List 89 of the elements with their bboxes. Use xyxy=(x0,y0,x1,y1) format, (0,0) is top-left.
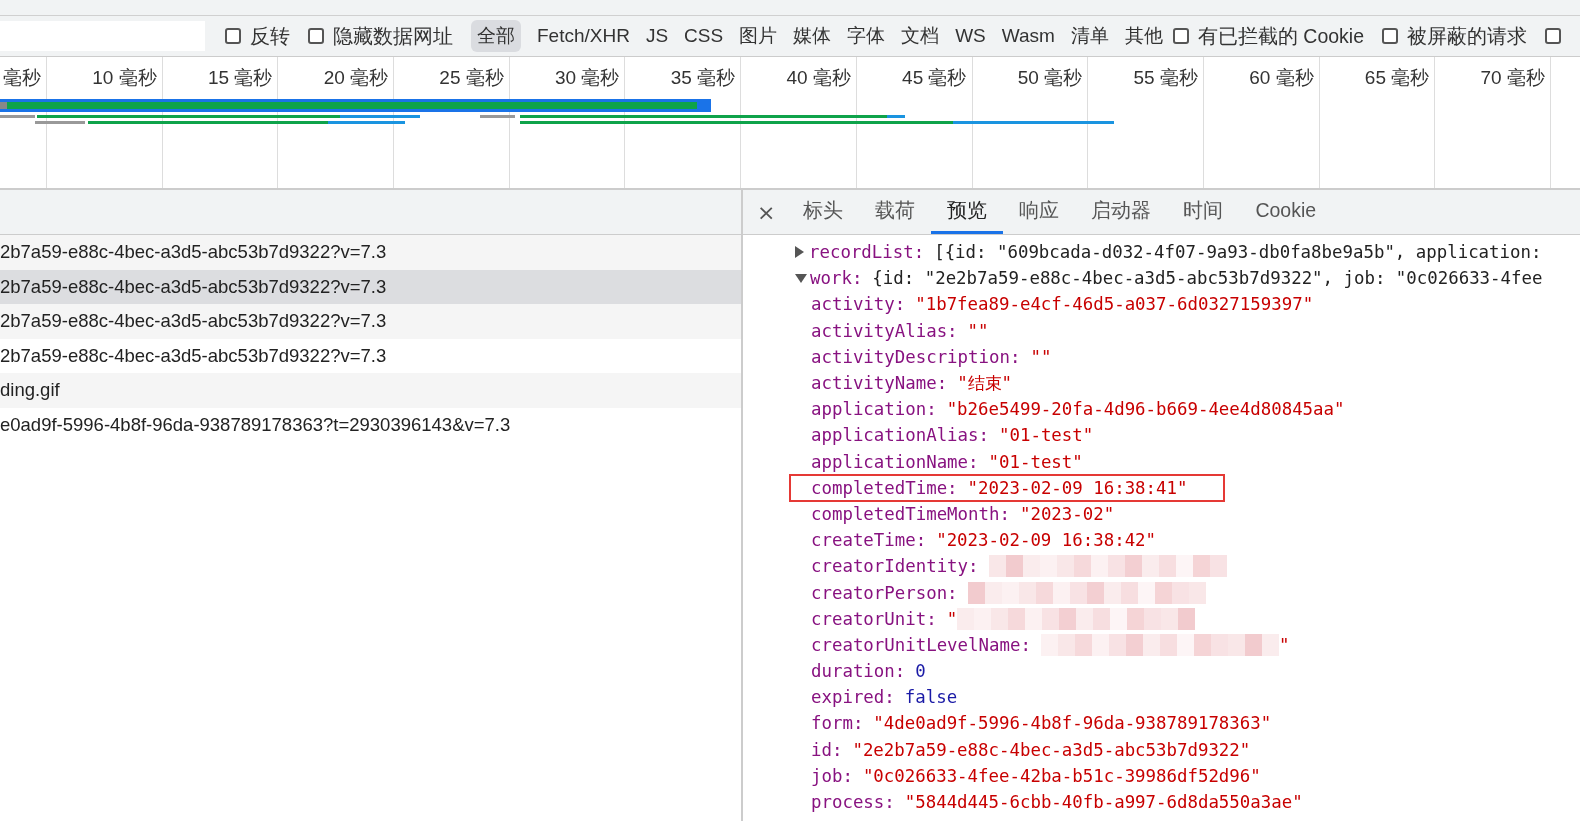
request-row[interactable]: 2b7a59-e88c-4bec-a3d5-abc53b7d9322?v=7.3 xyxy=(0,338,741,373)
type-filter-button[interactable]: 清单 xyxy=(1064,20,1115,52)
property-value: "2e2b7a59-e88c-4bec-a3d5-abc53b7d9322" xyxy=(852,739,1251,760)
property-key: completedTime: xyxy=(811,477,958,498)
property-value: [{id: "609bcada-d032-4f07-9a93-db0fa8be9a5b", application: xyxy=(934,242,1542,263)
close-button[interactable]: × xyxy=(743,190,788,234)
detail-tab[interactable]: 响应 xyxy=(1003,190,1076,234)
time-tick-label: 50 毫秒 xyxy=(1017,65,1083,90)
property-value: " xyxy=(1278,634,1290,655)
property-key: process: xyxy=(811,792,895,813)
property-key: completedTimeMonth: xyxy=(811,503,1010,524)
property-key: creatorPerson: xyxy=(811,582,958,603)
property-value: "结束" xyxy=(957,372,1013,396)
filter-checkbox[interactable]: 隐藏数据网址 xyxy=(308,22,453,50)
checkbox[interactable] xyxy=(1545,28,1562,44)
property-value: 0 xyxy=(915,661,926,682)
request-row[interactable]: 2b7a59-e88c-4bec-a3d5-abc53b7d9322?v=7.3 xyxy=(0,304,741,339)
type-filter-button[interactable]: 其他 xyxy=(1118,20,1169,52)
type-filter-button[interactable]: JS xyxy=(639,22,675,50)
property-value: "01-test" xyxy=(988,451,1083,472)
expand-toggle-icon[interactable] xyxy=(795,273,807,283)
property-value: "1b7fea89-e4cf-46d5-a037-6d0327159397" xyxy=(915,294,1314,315)
time-tick-label: 65 毫秒 xyxy=(1364,65,1430,90)
type-filter-button[interactable]: 图片 xyxy=(733,20,784,52)
time-tick-label: 30 毫秒 xyxy=(555,65,620,90)
type-filter-button[interactable]: 文档 xyxy=(895,20,946,52)
time-tick-label: 55 毫秒 xyxy=(1133,65,1198,90)
property-value: "0c026633-4fee-42ba-b51c-39986df52d96" xyxy=(862,765,1261,786)
filter-checkbox[interactable]: 被屏蔽的请求 xyxy=(1382,22,1528,50)
type-filter-button[interactable]: Fetch/XHR xyxy=(531,22,636,50)
property-key: application: xyxy=(811,399,937,420)
time-tick-label: 毫秒 xyxy=(3,65,41,90)
property-key: applicationName: xyxy=(811,451,979,472)
request-row[interactable]: ding.gif xyxy=(0,373,741,408)
time-tick-label: 45 毫秒 xyxy=(902,65,967,90)
type-filter-button[interactable]: Wasm xyxy=(995,22,1061,50)
time-tick-label: 60 毫秒 xyxy=(1249,65,1314,90)
type-filter-button[interactable]: WS xyxy=(949,22,992,50)
time-tick-label: 20 毫秒 xyxy=(323,65,389,90)
property-value: "2023-02-09 16:38:41" xyxy=(967,477,1188,498)
property-key: recordList: xyxy=(809,242,925,263)
detail-tab[interactable]: 预览 xyxy=(931,190,1004,234)
detail-tab[interactable]: 启动器 xyxy=(1075,190,1168,234)
property-value: {id: "2e2b7a59-e88c-4bec-a3d5-abc53b7d9322", job: "0c026633-4fee xyxy=(872,268,1543,289)
time-tick-label: 70 毫秒 xyxy=(1480,65,1545,90)
detail-tab[interactable]: 标头 xyxy=(787,190,860,234)
detail-tab[interactable]: 时间 xyxy=(1167,190,1240,234)
property-key: activityDescription: xyxy=(811,346,1021,367)
property-key: activity: xyxy=(811,294,906,315)
detail-tab[interactable]: Cookie xyxy=(1239,190,1333,234)
type-filter-button[interactable]: 全部 xyxy=(471,20,521,52)
detail-tab[interactable]: 载荷 xyxy=(859,190,932,234)
time-tick-label: 15 毫秒 xyxy=(207,65,273,90)
property-key: creatorUnitLevelName: xyxy=(811,634,1031,655)
property-key: duration: xyxy=(811,661,906,682)
filter-checkbox[interactable]: 反转 xyxy=(225,22,290,50)
property-key: activityAlias: xyxy=(811,320,958,341)
property-key: job: xyxy=(811,765,853,786)
property-key: creatorUnit: xyxy=(811,608,937,629)
type-filter-button[interactable]: CSS xyxy=(678,22,730,50)
property-value: "b26e5499-20fa-4d96-b669-4ee4d80845aa" xyxy=(946,399,1345,420)
property-value: "4de0ad9f-5996-4b8f-96da-938789178363" xyxy=(873,713,1272,734)
property-value: "5844d445-6cbb-40fb-a997-6d8da550a3ae" xyxy=(904,792,1303,813)
time-tick-label: 35 毫秒 xyxy=(670,65,736,90)
property-value: "01-test" xyxy=(999,425,1094,446)
property-key: id: xyxy=(811,739,843,760)
property-value: "" xyxy=(1030,346,1052,367)
filter-checkbox[interactable]: 有已拦截的 Cookie xyxy=(1172,22,1365,50)
property-value: "" xyxy=(967,320,989,341)
type-filter-button[interactable]: 媒体 xyxy=(787,20,838,52)
property-key: applicationAlias: xyxy=(811,425,989,446)
time-tick-label: 40 毫秒 xyxy=(786,65,851,90)
time-tick-label: 25 毫秒 xyxy=(439,65,504,90)
property-key: work: xyxy=(810,268,863,289)
property-key: expired: xyxy=(811,687,895,708)
property-value: false xyxy=(904,687,958,708)
request-row[interactable]: 2b7a59-e88c-4bec-a3d5-abc53b7d9322?v=7.3 xyxy=(0,269,741,304)
property-value: " xyxy=(946,608,958,629)
expand-toggle-icon[interactable] xyxy=(795,246,804,259)
property-value: "2023-02" xyxy=(1019,503,1115,524)
type-filter-button[interactable]: 字体 xyxy=(841,20,892,52)
request-row[interactable]: e0ad9f-5996-4b8f-96da-938789178363?t=2930396143&v=7.3 xyxy=(0,407,741,442)
property-key: createTime: xyxy=(811,530,927,551)
property-key: creatorIdentity: xyxy=(811,556,979,577)
property-key: form: xyxy=(811,713,864,734)
request-row[interactable]: 2b7a59-e88c-4bec-a3d5-abc53b7d9322?v=7.3 xyxy=(0,235,741,270)
property-value: "2023-02-09 16:38:42" xyxy=(936,530,1157,551)
property-key: activityName: xyxy=(811,373,948,394)
time-tick-label: 10 毫秒 xyxy=(92,65,157,90)
